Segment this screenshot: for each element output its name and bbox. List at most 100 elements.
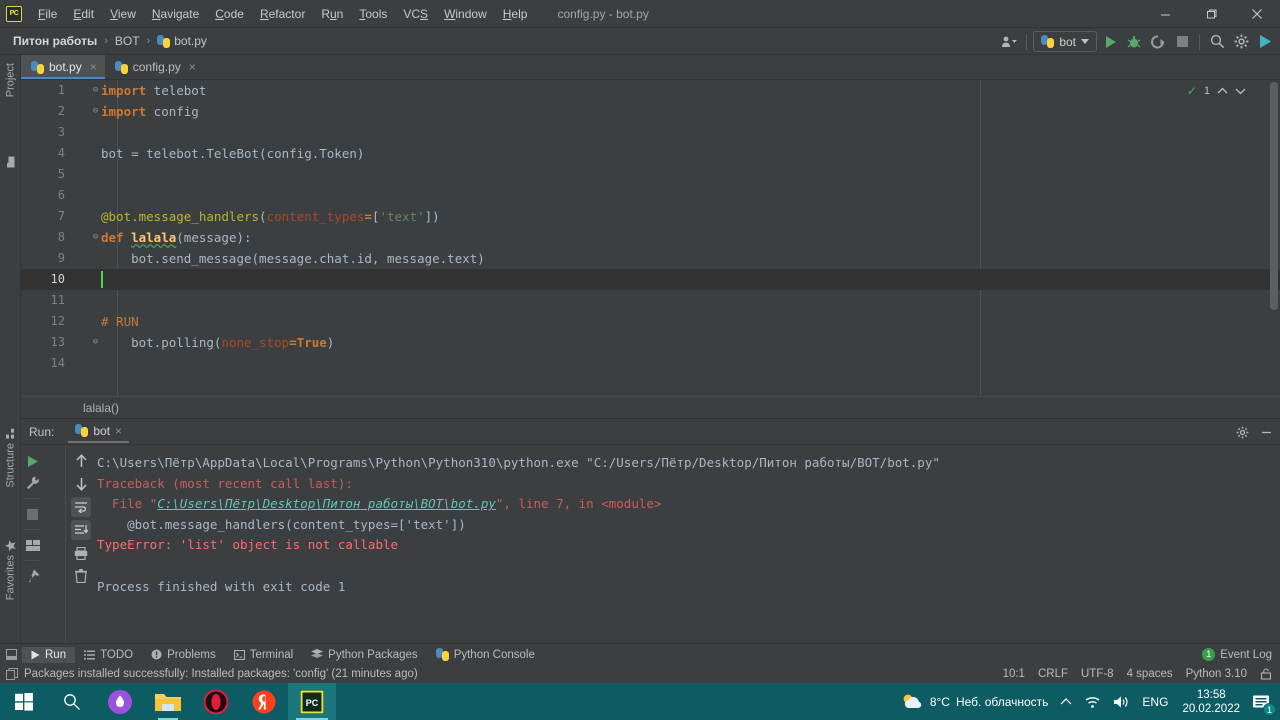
fold-marker-icon[interactable]: ⊖	[91, 101, 100, 122]
close-icon[interactable]: ×	[90, 60, 97, 74]
lock-icon[interactable]	[1260, 668, 1272, 680]
python-interpreter[interactable]: Python 3.10	[1186, 668, 1247, 680]
run-settings-wrench-icon[interactable]	[23, 473, 43, 493]
pycharm-icon[interactable]: PC	[288, 683, 336, 720]
opera-gx-icon[interactable]	[192, 683, 240, 720]
code-line[interactable]: 13 ⊖ bot.polling(none_stop=True)	[21, 332, 1280, 353]
print-button[interactable]	[71, 543, 91, 563]
editor-tab-bot[interactable]: bot.py ×	[21, 55, 105, 79]
event-log-widget[interactable]: 1 Event Log	[1202, 648, 1272, 661]
stop-button[interactable]	[1171, 31, 1193, 53]
file-explorer-icon[interactable]	[144, 683, 192, 720]
code-line[interactable]: 7 @bot.message_handlers(content_types=['t…	[21, 206, 1280, 227]
code-line[interactable]: 12 # RUN	[21, 311, 1280, 332]
code-line[interactable]: 14	[21, 353, 1280, 374]
menu-item-refactor[interactable]: Refactor	[252, 3, 313, 25]
gear-icon[interactable]	[1232, 422, 1252, 442]
indent-setting[interactable]: 4 spaces	[1127, 668, 1173, 680]
menu-item-tools[interactable]: Tools	[351, 3, 395, 25]
tool-tab-python-console[interactable]: Python Console	[427, 646, 544, 663]
caret-position[interactable]: 10:1	[1003, 668, 1025, 680]
code-line[interactable]: 6	[21, 185, 1280, 206]
minimize-icon[interactable]	[1142, 0, 1188, 28]
scroll-up-button[interactable]	[71, 451, 91, 471]
menu-item-run[interactable]: Run	[313, 3, 351, 25]
fold-marker-icon[interactable]: ⊖	[91, 227, 100, 248]
stop-button[interactable]	[23, 504, 43, 524]
close-icon[interactable]: ×	[189, 60, 196, 74]
rerun-button[interactable]	[23, 451, 43, 471]
prev-problem-icon[interactable]	[1217, 87, 1228, 95]
soft-wrap-button[interactable]	[71, 497, 91, 517]
wifi-icon[interactable]	[1078, 683, 1107, 720]
updates-icon[interactable]	[1254, 31, 1276, 53]
code-line[interactable]: 1 ⊖ import telebot	[21, 80, 1280, 101]
menu-item-vcs[interactable]: VCS	[395, 3, 436, 25]
tool-tab-problems[interactable]: Problems	[142, 647, 225, 663]
console-file-link[interactable]: C:\Users\Пётр\Desktop\Питон работы\BOT\b…	[157, 496, 496, 511]
breadcrumb-project[interactable]: Питон работы	[10, 33, 100, 49]
tool-tab-todo[interactable]: TODO	[75, 647, 142, 663]
run-button[interactable]	[1099, 31, 1121, 53]
menu-item-file[interactable]: File	[30, 3, 65, 25]
fold-marker-icon[interactable]: ⊖	[91, 332, 100, 353]
breadcrumb-file[interactable]: bot.py	[154, 33, 210, 49]
run-tab-bot[interactable]: bot ×	[68, 421, 130, 443]
menu-item-code[interactable]: Code	[207, 3, 252, 25]
close-icon[interactable]	[1234, 0, 1280, 28]
hide-window-icon[interactable]	[1256, 422, 1276, 442]
weather-widget[interactable]: 8°C Неб. облачность	[894, 683, 1055, 720]
code-line[interactable]: 2 ⊖ import config	[21, 101, 1280, 122]
fold-marker-icon[interactable]: ⊖	[91, 80, 100, 101]
scroll-down-button[interactable]	[71, 474, 91, 494]
code-line[interactable]: 8 ⊖ def lalala(message):	[21, 227, 1280, 248]
cortana-icon[interactable]	[96, 683, 144, 720]
menu-item-view[interactable]: View	[102, 3, 144, 25]
code-editor[interactable]: 1 ⊖ import telebot 2 ⊖ import config 3 4 bot = t…	[21, 80, 1280, 396]
clear-all-button[interactable]	[71, 566, 91, 586]
windows-start-icon[interactable]	[0, 683, 48, 720]
code-line[interactable]: 9 bot.send_message(message.chat.id, mess…	[21, 248, 1280, 269]
yandex-browser-icon[interactable]	[240, 683, 288, 720]
show-hidden-icons-icon[interactable]	[1054, 683, 1078, 720]
sidebar-item-project[interactable]: Project	[0, 57, 21, 103]
pin-icon[interactable]	[23, 566, 43, 586]
user-account-icon[interactable]	[998, 31, 1020, 53]
maximize-icon[interactable]	[1188, 0, 1234, 28]
close-icon[interactable]: ×	[115, 424, 122, 438]
breadcrumb-folder[interactable]: BOT	[112, 33, 143, 49]
code-line[interactable]: 11	[21, 290, 1280, 311]
tool-window-toggle-icon[interactable]	[0, 649, 22, 660]
volume-icon[interactable]	[1107, 683, 1136, 720]
gear-icon[interactable]	[1230, 31, 1252, 53]
editor-tab-config[interactable]: config.py ×	[105, 55, 204, 79]
inspection-widget[interactable]: ✓ 1	[1187, 84, 1246, 98]
debug-button[interactable]	[1123, 31, 1145, 53]
clock-widget[interactable]: 13:58 20.02.2022	[1174, 683, 1248, 720]
sidebar-item-structure[interactable]: Structure	[0, 423, 21, 494]
file-encoding[interactable]: UTF-8	[1081, 668, 1114, 680]
run-coverage-button[interactable]	[1147, 31, 1169, 53]
menu-item-edit[interactable]: Edit	[65, 3, 102, 25]
layout-settings-icon[interactable]	[23, 535, 43, 555]
next-problem-icon[interactable]	[1235, 87, 1246, 95]
language-indicator[interactable]: ENG	[1136, 683, 1174, 720]
sidebar-item-favorites[interactable]: Favorites	[0, 534, 21, 606]
console-output[interactable]: C:\Users\Пётр\AppData\Local\Programs\Pyt…	[97, 445, 1280, 643]
menu-item-help[interactable]: Help	[495, 3, 536, 25]
code-line[interactable]: 3	[21, 122, 1280, 143]
status-message-area[interactable]: Packages installed successfully: Install…	[6, 668, 418, 680]
menu-item-window[interactable]: Window	[436, 3, 495, 25]
code-line[interactable]: 4 bot = telebot.TeleBot(config.Token)	[21, 143, 1280, 164]
code-line[interactable]: 10	[21, 269, 1280, 290]
tool-tab-python-packages[interactable]: Python Packages	[302, 647, 427, 663]
line-separator[interactable]: CRLF	[1038, 668, 1068, 680]
search-icon[interactable]	[48, 683, 96, 720]
menu-item-navigate[interactable]: Navigate	[144, 3, 207, 25]
tool-tab-terminal[interactable]: Terminal	[225, 647, 302, 663]
code-line[interactable]: 5	[21, 164, 1280, 185]
run-configuration-selector[interactable]: bot	[1033, 31, 1097, 52]
editor-breadcrumb-label[interactable]: lalala()	[83, 401, 119, 415]
editor-scrollbar[interactable]	[1270, 82, 1278, 310]
scroll-to-end-button[interactable]	[71, 520, 91, 540]
